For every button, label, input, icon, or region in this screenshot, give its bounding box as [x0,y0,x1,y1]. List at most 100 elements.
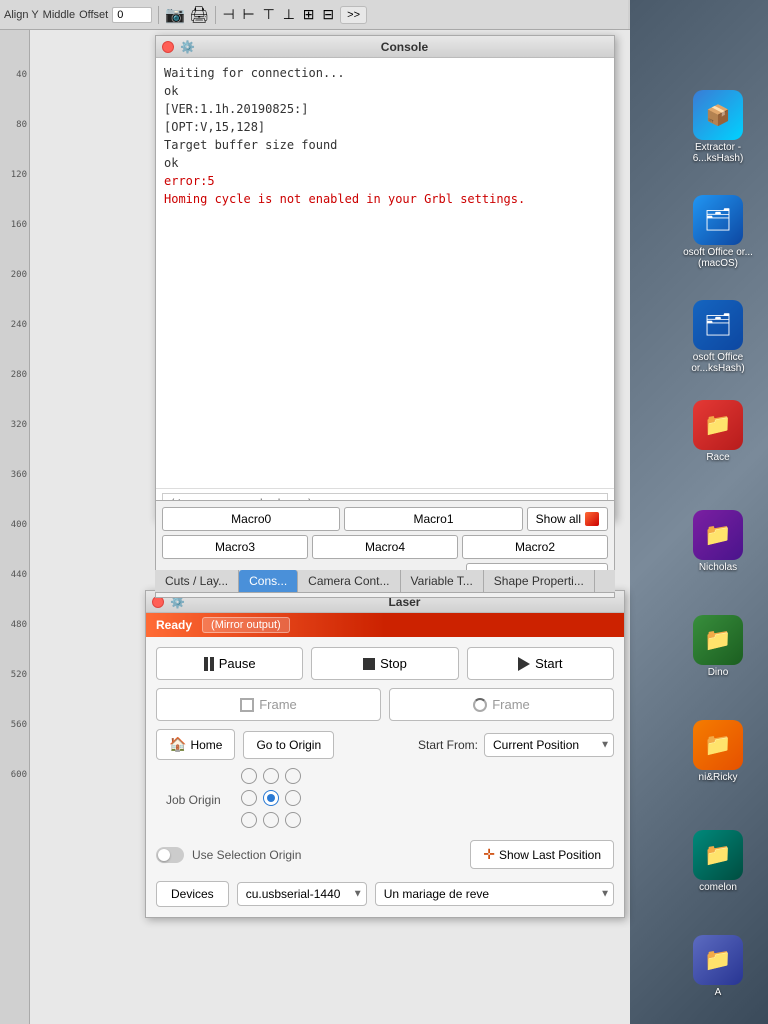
desktop-icon-comelon[interactable]: 📁 comelon [673,830,763,893]
more-button[interactable]: >> [340,6,367,24]
console-line-2: ok [164,82,606,100]
toolbar-separator [158,6,159,24]
show-all-indicator [585,512,599,526]
laser-status-bar: Ready (Mirror output) [146,613,624,637]
frame-spin-button[interactable]: Frame [389,688,614,721]
file-select[interactable]: Un mariage de reve [375,882,614,906]
console-title: Console [201,40,608,54]
stop-button[interactable]: Stop [311,647,458,680]
desktop-icon-label: Race [673,452,763,463]
selection-origin-row: Use Selection Origin ✛ Show Last Positio… [156,840,614,869]
selection-origin-toggle[interactable] [156,847,184,863]
show-last-position-label: Show Last Position [499,848,601,862]
radio-top-center[interactable] [263,768,279,784]
console-line-5: Target buffer size found [164,136,606,154]
job-origin-label: Job Origin [166,793,221,807]
desktop-icon-extractor[interactable]: 📦 Extractor - 6...ksHash) [673,90,763,164]
macro2-button[interactable]: Macro2 [462,535,608,559]
file-select-wrapper: Un mariage de reve ▼ [375,882,614,906]
show-last-position-button[interactable]: ✛ Show Last Position [470,840,614,869]
ruler-tick-40: 40 [16,70,27,80]
tab-cuts-layers[interactable]: Cuts / Lay... [155,570,239,592]
radio-bot-center[interactable] [263,812,279,828]
ruler-tick-160: 160 [11,220,27,230]
ruler-tick-440: 440 [11,570,27,580]
start-from-area: Start From: Current Position User Origin… [418,733,614,757]
print-icon: 🖨 [189,5,209,25]
align-label: Align Y [4,9,39,21]
console-line-4: [OPT:V,15,128] [164,118,606,136]
radio-grid [241,768,305,832]
macro3-button[interactable]: Macro3 [162,535,308,559]
desktop-icon-label: Nicholas [673,562,763,573]
start-label: Start [535,656,562,671]
radio-top-right[interactable] [285,768,301,784]
laser-control-area: Pause Stop Start Frame Frame [146,637,624,917]
show-all-button[interactable]: Show all [527,507,608,531]
port-select[interactable]: cu.usbserial-1440 [237,882,367,906]
start-button[interactable]: Start [467,647,614,680]
offset-input[interactable] [112,7,152,23]
frame-button[interactable]: Frame [156,688,381,721]
console-output[interactable]: Waiting for connection... ok [VER:1.1h.2… [156,58,614,488]
toggle-knob [158,849,170,861]
home-label: Home [190,738,222,752]
desktop-icon-ricky[interactable]: 📁 ni&Ricky [673,720,763,783]
radio-bot-left[interactable] [241,812,257,828]
radio-top-left[interactable] [241,768,257,784]
tab-shape-properties[interactable]: Shape Properti... [484,570,595,592]
show-all-label: Show all [536,512,581,526]
tab-bar: Cuts / Lay... Cons... Camera Cont... Var… [155,570,615,593]
macro0-button[interactable]: Macro0 [162,507,340,531]
ruler-tick-400: 400 [11,520,27,530]
macro-row-2: Macro3 Macro4 Macro2 [162,535,608,559]
devices-row: Devices cu.usbserial-1440 ▼ Un mariage d… [156,877,614,907]
ruler-tick-560: 560 [11,720,27,730]
stop-icon [363,658,375,670]
go-to-origin-button[interactable]: Go to Origin [243,731,334,759]
play-icon [518,657,530,671]
macro1-button[interactable]: Macro1 [344,507,522,531]
frame-controls-row: Frame Frame [156,688,614,721]
ruler-tick-240: 240 [11,320,27,330]
radio-mid-right[interactable] [285,790,301,806]
desktop-icon-nicholas[interactable]: 📁 Nicholas [673,510,763,573]
tab-camera-control[interactable]: Camera Cont... [298,570,400,592]
radio-bot-right[interactable] [285,812,301,828]
devices-button[interactable]: Devices [156,881,229,907]
tab-console[interactable]: Cons... [239,570,298,592]
ruler-tick-280: 280 [11,370,27,380]
pause-icon [204,657,214,671]
desktop-icon-dino[interactable]: 📁 Dino [673,615,763,678]
camera-icon: 📷 [165,5,185,25]
laser-ready-text: Ready [156,618,192,632]
selection-origin-label: Use Selection Origin [192,848,301,862]
start-from-label: Start From: [418,738,478,752]
console-window: ⚙️ Console Waiting for connection... ok … [155,35,615,520]
radio-mid-center[interactable] [263,790,279,806]
desktop-icon-office1[interactable]: 🗂 osoft Office or...(macOS) [673,195,763,269]
console-close-button[interactable] [162,41,174,53]
desktop-icon-label: A [673,987,763,998]
ruler-tick-80: 80 [16,120,27,130]
frame-label: Frame [259,697,297,712]
ruler-tick-520: 520 [11,670,27,680]
laser-window: ⚙️ Laser Ready (Mirror output) Pause Sto… [145,590,625,918]
desktop-icon-label: osoft Office or...(macOS) [673,247,763,269]
mirror-output-button[interactable]: (Mirror output) [202,617,290,633]
desktop-icon-office2[interactable]: 🗂 osoft Office or...ksHash) [673,300,763,374]
position-select[interactable]: Current Position User Origin Absolute Co… [484,733,614,757]
tab-variable[interactable]: Variable T... [401,570,484,592]
desktop-icon-a[interactable]: 📁 A [673,935,763,998]
macro-row-1: Macro0 Macro1 Show all [162,507,608,531]
port-select-wrapper: cu.usbserial-1440 ▼ [237,882,367,906]
frame-icon [240,698,254,712]
desktop-icon-race[interactable]: 📁 Race [673,400,763,463]
radio-mid-left[interactable] [241,790,257,806]
pause-button[interactable]: Pause [156,647,303,680]
home-button[interactable]: 🏠 Home [156,729,235,760]
position-select-wrapper: Current Position User Origin Absolute Co… [484,733,614,757]
macro4-button[interactable]: Macro4 [312,535,458,559]
ruler-tick-200: 200 [11,270,27,280]
ruler-tick-600: 600 [11,770,27,780]
